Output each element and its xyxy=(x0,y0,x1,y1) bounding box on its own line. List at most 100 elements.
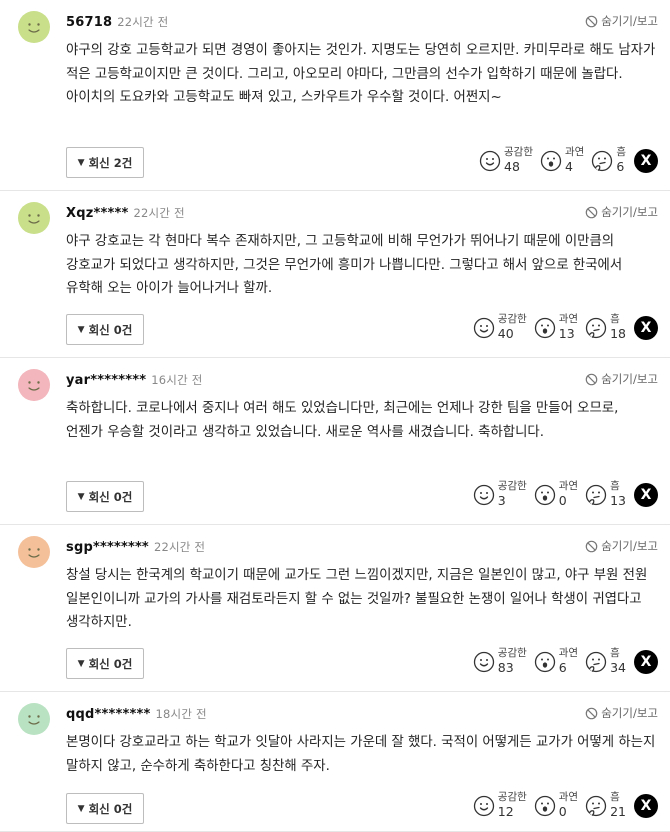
username[interactable]: qqd******** xyxy=(66,707,151,722)
reaction-surprise-button[interactable]: 과연 4 xyxy=(540,146,584,175)
reaction-hmm-label: 흠 xyxy=(610,313,620,325)
reaction-empathy-label: 공감한 xyxy=(497,647,527,659)
thinking-face-icon xyxy=(592,150,613,171)
share-x-button[interactable]: X xyxy=(634,315,658,340)
reaction-empathy-label: 공감한 xyxy=(497,791,527,803)
reaction-empathy-button[interactable]: 공감한 12 xyxy=(473,791,527,820)
caret-down-icon: ▼ xyxy=(77,324,85,335)
x-logo-icon: X xyxy=(640,797,652,814)
avatar[interactable] xyxy=(18,202,50,234)
hide-report-label: 숨기기/보고 xyxy=(601,706,658,720)
reaction-bar: 공감한 83 과연 6 흠 34 X xyxy=(466,647,658,676)
reaction-hmm-count: 34 xyxy=(610,660,626,675)
share-x-button[interactable]: X xyxy=(634,482,658,507)
reaction-hmm-count: 21 xyxy=(610,804,626,819)
reaction-empathy-button[interactable]: 공감한 3 xyxy=(473,480,527,509)
surprised-face-icon xyxy=(534,651,555,672)
block-icon xyxy=(585,540,598,552)
username[interactable]: sgp******** xyxy=(66,540,149,555)
surprised-face-icon xyxy=(534,795,555,816)
reaction-hmm-count: 18 xyxy=(610,326,626,341)
reply-toggle-button[interactable]: ▼ 회신 0건 xyxy=(66,793,144,824)
comment-time: 22시간 전 xyxy=(153,540,206,554)
avatar[interactable] xyxy=(18,11,50,43)
smiley-avatar-icon xyxy=(18,11,50,43)
reaction-hmm-button[interactable]: 흠 13 xyxy=(585,480,626,509)
hide-report-button[interactable]: 숨기기/보고 xyxy=(585,204,658,220)
reaction-surprise-button[interactable]: 과연 0 xyxy=(534,791,578,820)
reaction-empathy-label: 공감한 xyxy=(497,480,527,492)
avatar[interactable] xyxy=(18,536,50,568)
reply-count-label: 회신 0건 xyxy=(88,322,133,337)
reaction-empathy-count: 48 xyxy=(504,159,520,174)
avatar[interactable] xyxy=(18,703,50,735)
x-logo-icon: X xyxy=(640,319,652,336)
username[interactable]: Xqz***** xyxy=(66,206,129,221)
comment-author[interactable]: qqd******** 18시간 전 xyxy=(66,706,207,722)
surprised-face-icon xyxy=(534,484,555,505)
hide-report-label: 숨기기/보고 xyxy=(601,372,658,386)
reaction-empathy-label: 공감한 xyxy=(504,146,533,158)
reply-toggle-button[interactable]: ▼ 회신 2건 xyxy=(66,147,144,178)
comment-text: 축하합니다. 코로나에서 중지나 여러 해도 있었습니다만, 최근에는 언제나 … xyxy=(66,401,619,440)
share-x-button[interactable]: X xyxy=(634,649,658,674)
reaction-surprise-count: 0 xyxy=(558,493,567,508)
hide-report-label: 숨기기/보고 xyxy=(601,205,658,219)
hide-report-label: 숨기기/보고 xyxy=(601,539,658,553)
comment-author[interactable]: yar******** 16시간 전 xyxy=(66,372,202,388)
reply-toggle-button[interactable]: ▼ 회신 0건 xyxy=(66,314,144,345)
reaction-hmm-label: 흠 xyxy=(616,146,626,158)
comment-text: 본명이다 강호교라고 하는 학교가 잇달아 사라지는 가운데 잘 했다. 국적이… xyxy=(66,735,656,774)
reaction-empathy-button[interactable]: 공감한 48 xyxy=(479,146,533,175)
comment-author[interactable]: sgp******** 22시간 전 xyxy=(66,539,205,555)
caret-down-icon: ▼ xyxy=(77,803,85,814)
comment-time: 22시간 전 xyxy=(133,206,185,220)
reaction-hmm-button[interactable]: 흠 34 xyxy=(585,647,626,676)
reaction-surprise-label: 과연 xyxy=(565,146,585,158)
reaction-empathy-button[interactable]: 공감한 40 xyxy=(473,313,527,342)
reaction-bar: 공감한 12 과연 0 흠 21 X xyxy=(466,791,658,820)
smile-face-icon xyxy=(473,317,494,338)
username[interactable]: yar******** xyxy=(66,373,146,388)
comment-author[interactable]: Xqz***** 22시간 전 xyxy=(66,205,185,221)
hide-report-button[interactable]: 숨기기/보고 xyxy=(585,538,658,554)
block-icon xyxy=(585,206,598,218)
hide-report-button[interactable]: 숨기기/보고 xyxy=(585,705,658,721)
surprised-face-icon xyxy=(534,317,555,338)
reaction-surprise-button[interactable]: 과연 13 xyxy=(534,313,578,342)
comment-item: qqd******** 18시간 전 숨기기/보고 본명이다 강호교라고 하는 학… xyxy=(0,692,670,832)
smile-face-icon xyxy=(473,651,494,672)
reaction-surprise-button[interactable]: 과연 6 xyxy=(534,647,578,676)
reaction-empathy-button[interactable]: 공감한 83 xyxy=(473,647,527,676)
avatar[interactable] xyxy=(18,369,50,401)
reaction-hmm-button[interactable]: 흠 18 xyxy=(585,313,626,342)
caret-down-icon: ▼ xyxy=(77,491,85,502)
hide-report-button[interactable]: 숨기기/보고 xyxy=(585,13,658,29)
reaction-hmm-label: 흠 xyxy=(610,480,620,492)
reply-toggle-button[interactable]: ▼ 회신 0건 xyxy=(66,648,144,679)
smiley-avatar-icon xyxy=(18,202,50,234)
reaction-bar: 공감한 48 과연 4 흠 6 X xyxy=(472,146,658,175)
reply-count-label: 회신 0건 xyxy=(88,801,133,816)
share-x-button[interactable]: X xyxy=(634,148,658,173)
comment-item: yar******** 16시간 전 숨기기/보고 축하합니다. 코로나에서 중지… xyxy=(0,358,670,525)
surprised-face-icon xyxy=(540,150,562,171)
reaction-surprise-label: 과연 xyxy=(558,791,579,803)
hide-report-button[interactable]: 숨기기/보고 xyxy=(585,371,658,387)
reaction-hmm-button[interactable]: 흠 21 xyxy=(585,791,626,820)
smile-face-icon xyxy=(473,795,494,816)
smiley-avatar-icon xyxy=(18,703,50,735)
caret-down-icon: ▼ xyxy=(77,658,85,669)
hide-report-label: 숨기기/보고 xyxy=(601,14,658,28)
reaction-surprise-button[interactable]: 과연 0 xyxy=(534,480,578,509)
comment-author[interactable]: 56718 22시간 전 xyxy=(66,14,168,30)
reply-count-label: 회신 0건 xyxy=(88,489,133,504)
thinking-face-icon xyxy=(585,795,607,816)
smile-face-icon xyxy=(473,484,494,505)
reply-toggle-button[interactable]: ▼ 회신 0건 xyxy=(66,481,144,512)
reaction-hmm-button[interactable]: 흠 6 xyxy=(591,146,626,175)
share-x-button[interactable]: X xyxy=(634,793,658,818)
comment-text: 창설 당시는 한국계의 학교이기 때문에 교가도 그런 느낌이겠지만, 지금은 … xyxy=(66,568,648,631)
username[interactable]: 56718 xyxy=(66,15,112,30)
comment-time: 22시간 전 xyxy=(117,15,169,29)
